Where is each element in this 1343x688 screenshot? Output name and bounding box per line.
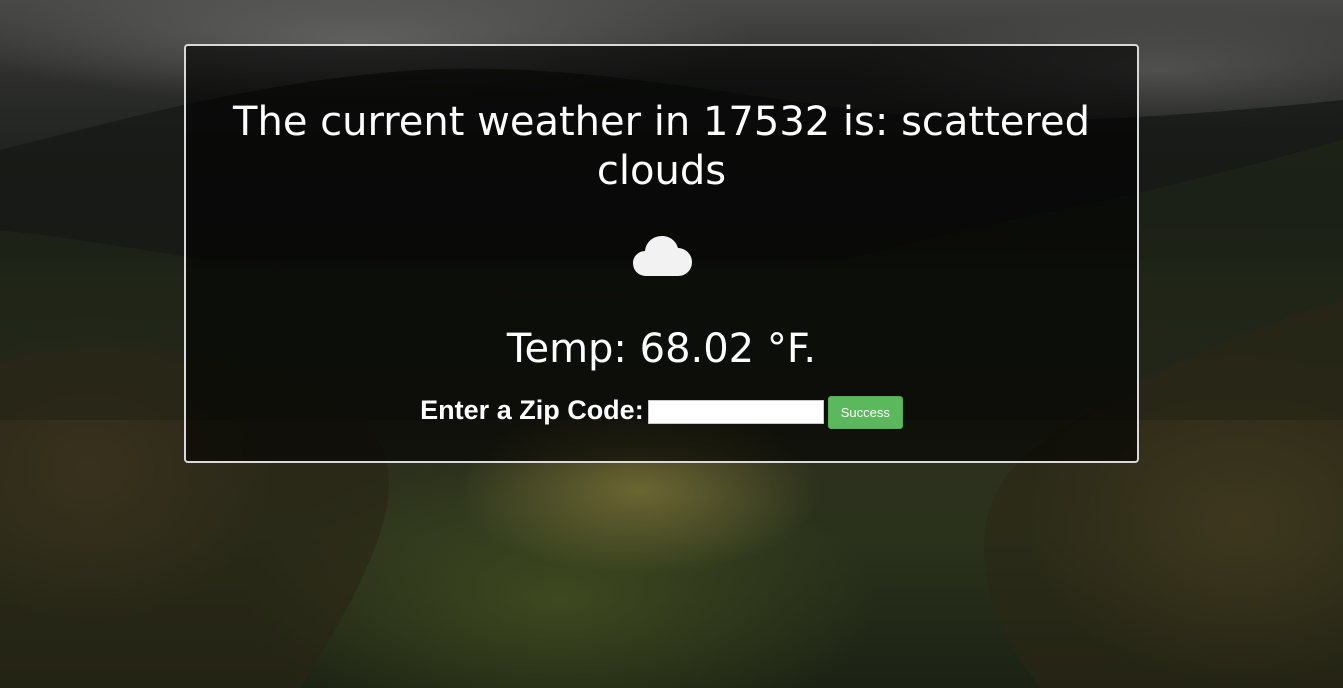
submit-button[interactable]: Success bbox=[827, 395, 903, 429]
cloud-icon bbox=[633, 236, 692, 276]
weather-panel: The current weather in 17532 is: scatter… bbox=[184, 44, 1139, 463]
zip-form: Enter a Zip Code: Success bbox=[186, 392, 1137, 429]
zip-label: Enter a Zip Code: bbox=[420, 394, 644, 425]
zip-code-input[interactable] bbox=[647, 400, 824, 424]
weather-headline: The current weather in 17532 is: scatter… bbox=[233, 99, 1090, 194]
temperature-readout: Temp: 68.02 °F. bbox=[506, 326, 817, 372]
